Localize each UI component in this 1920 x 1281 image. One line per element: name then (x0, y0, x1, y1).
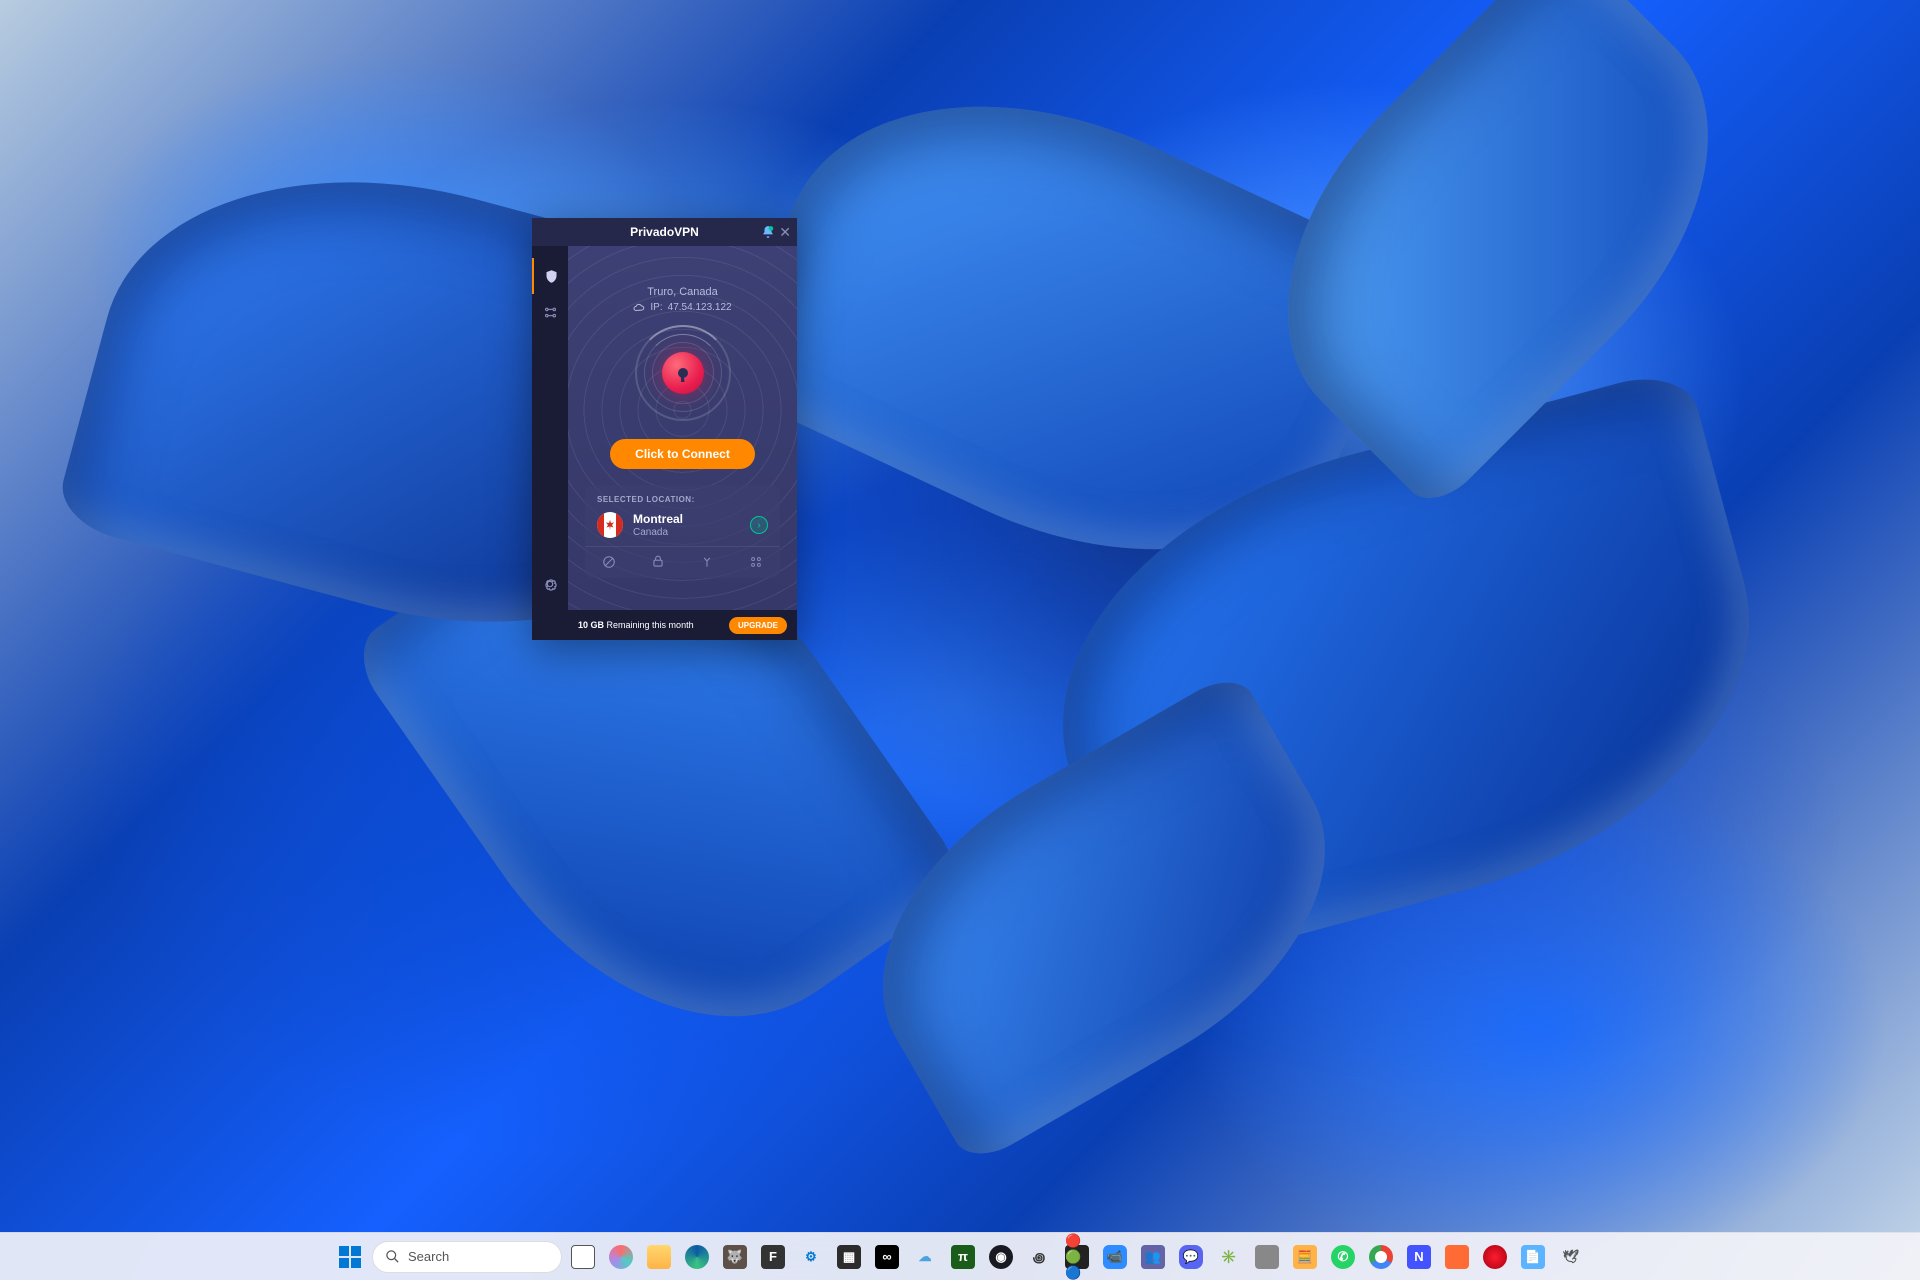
feature-noads-icon[interactable] (596, 553, 622, 574)
app-title: PrivadoVPN (630, 225, 699, 239)
taskbar-notepad-icon[interactable]: 📄 (1516, 1240, 1550, 1274)
close-icon[interactable]: ✕ (779, 225, 791, 239)
selected-location-label: SELECTED LOCATION: (597, 495, 768, 504)
taskbar: Search 🐺 F ⚙ ▦ ∞ ☁ π ◉ ꩜ 🔴🟢🔵 📹 👥 💬 ✳️ 🧮 … (0, 1232, 1920, 1280)
start-button[interactable] (332, 1239, 368, 1275)
taskbar-cloud-icon[interactable]: ☁ (908, 1240, 942, 1274)
selected-country: Canada (633, 527, 740, 538)
taskbar-teams-icon[interactable]: 👥 (1136, 1240, 1170, 1274)
data-remaining: 10 GB Remaining this month (578, 620, 694, 630)
upgrade-button[interactable]: UPGRADE (729, 617, 787, 634)
feature-splittunnel-icon[interactable] (694, 553, 720, 574)
sidebar (532, 246, 568, 610)
desktop-wallpaper[interactable] (0, 0, 1920, 1280)
taskbar-explorer-icon[interactable] (642, 1240, 676, 1274)
sidebar-shield-icon[interactable] (532, 258, 568, 294)
selected-city: Montreal (633, 512, 740, 526)
ip-value: 47.54.123.122 (668, 302, 732, 313)
privadovpn-window: PrivadoVPN ✕ Truro, Canada (532, 218, 797, 640)
taskbar-gimp-icon[interactable]: 🐺 (718, 1240, 752, 1274)
settings-gear-icon[interactable] (532, 566, 568, 602)
selected-location-card[interactable]: SELECTED LOCATION: Montreal Canada › (585, 485, 780, 578)
canada-flag-icon (597, 512, 623, 538)
taskbar-copilot-icon[interactable] (604, 1240, 638, 1274)
chevron-right-icon[interactable]: › (750, 516, 768, 534)
taskbar-discord-icon[interactable]: 💬 (1174, 1240, 1208, 1274)
taskbar-slack-icon[interactable]: ✳️ (1212, 1240, 1246, 1274)
taskbar-zoom-icon[interactable]: 📹 (1098, 1240, 1132, 1274)
taskbar-pi-icon[interactable]: π (946, 1240, 980, 1274)
current-location: Truro, Canada (647, 286, 718, 298)
ip-label: IP: (650, 302, 662, 313)
taskbar-whatsapp-icon[interactable]: ✆ (1326, 1240, 1360, 1274)
feature-protocol-icon[interactable] (743, 553, 769, 574)
taskbar-opera-icon[interactable] (1478, 1240, 1512, 1274)
taskbar-app-orange-icon[interactable] (1440, 1240, 1474, 1274)
footer: 10 GB Remaining this month UPGRADE (532, 610, 797, 640)
taskbar-spiral-icon[interactable]: ꩜ (1022, 1240, 1056, 1274)
connect-button[interactable]: Click to Connect (610, 439, 755, 469)
main-panel: Truro, Canada IP: 47.54.123.122 Click to… (568, 246, 797, 610)
taskbar-settings-icon[interactable]: ⚙ (794, 1240, 828, 1274)
ip-row: IP: 47.54.123.122 (633, 302, 731, 313)
taskbar-app-bird-icon[interactable]: 🕊 (1554, 1240, 1588, 1274)
taskbar-meta-icon[interactable]: ∞ (870, 1240, 904, 1274)
notifications-bell-icon[interactable] (761, 225, 775, 239)
taskbar-squares-icon[interactable]: ▦ (832, 1240, 866, 1274)
ip-cloud-icon (633, 303, 645, 313)
taskbar-edge-icon[interactable] (680, 1240, 714, 1274)
taskbar-calc-icon[interactable]: 🧮 (1288, 1240, 1322, 1274)
taskbar-chrome-icon[interactable] (1364, 1240, 1398, 1274)
search-icon (385, 1249, 400, 1264)
taskbar-taskview-icon[interactable] (566, 1240, 600, 1274)
feature-killswitch-icon[interactable] (645, 553, 671, 574)
power-button-icon[interactable] (662, 352, 704, 394)
taskbar-app-gray-icon[interactable] (1250, 1240, 1284, 1274)
taskbar-app-n-icon[interactable]: N (1402, 1240, 1436, 1274)
taskbar-davinci-icon[interactable]: 🔴🟢🔵 (1060, 1240, 1094, 1274)
search-box[interactable]: Search (372, 1241, 562, 1273)
taskbar-steam-icon[interactable]: ◉ (984, 1240, 1018, 1274)
connection-status-orb[interactable] (635, 325, 731, 421)
sidebar-servers-icon[interactable] (532, 294, 568, 330)
titlebar[interactable]: PrivadoVPN ✕ (532, 218, 797, 246)
windows-logo-icon (339, 1246, 361, 1268)
search-placeholder: Search (408, 1249, 449, 1264)
taskbar-app-f-icon[interactable]: F (756, 1240, 790, 1274)
